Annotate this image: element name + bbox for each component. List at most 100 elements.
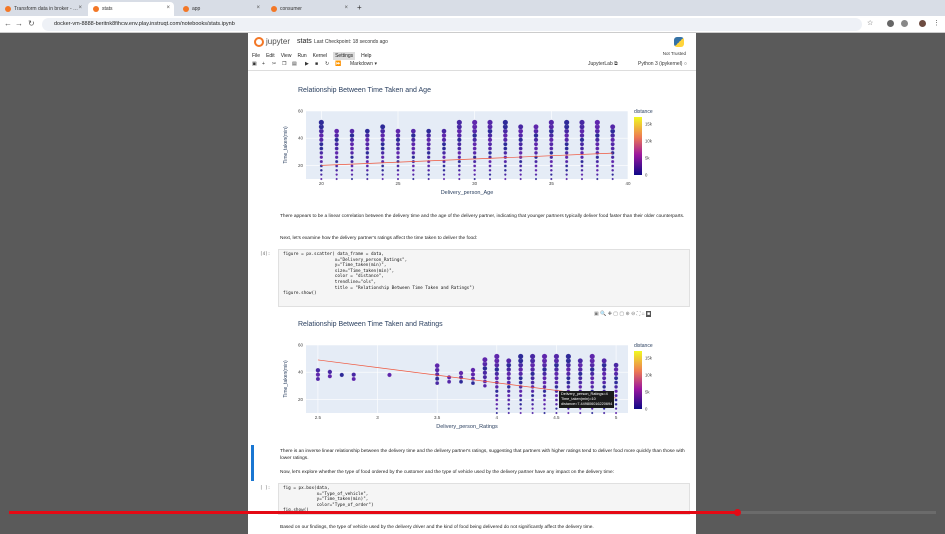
data-point [441,146,447,151]
data-point [327,369,333,375]
data-point [565,367,571,372]
save-icon[interactable]: ▣ [252,61,257,67]
y-axis-label: Time_taken(min) [283,360,289,398]
data-point [578,376,583,381]
data-point [602,411,606,415]
plot2-chart[interactable]: 20 40 60 2.5 3 3.5 4 4.5 5 Delivery_person_Rating… [278,339,696,435]
menu-view[interactable]: View [281,53,292,59]
data-point [601,367,607,372]
data-point [554,380,559,385]
data-point [564,137,569,143]
colorbar-tick-label: 10k [645,373,653,378]
restart-icon[interactable]: ↻ [325,61,329,67]
data-point [334,150,339,155]
data-point [564,133,570,138]
kebab-menu-icon[interactable]: ⋮ [933,19,940,27]
data-point [319,142,324,147]
plot-modebar[interactable]: ▣ 🔍 ✚ ▢ ▢ ⊕ ⊖ ⛶ ⌂ ■ [594,311,652,317]
paste-icon[interactable]: ▤ [292,61,297,67]
browser-tab-1[interactable]: stats × [88,2,174,16]
bookmark-star-icon[interactable]: ☆ [867,19,873,27]
video-progress-bar[interactable] [9,509,936,516]
data-point [554,398,559,402]
stop-icon[interactable]: ■ [315,61,318,67]
menu-run[interactable]: Run [297,53,306,59]
menu-help[interactable]: Help [361,53,371,59]
data-point [427,177,430,181]
data-point [613,376,619,381]
data-point [534,177,538,181]
tab-close-icon[interactable]: × [344,5,348,11]
data-point [320,173,323,176]
data-point [494,353,500,360]
code-cell-2[interactable]: figure = px.scatter( data_frame = data, … [278,249,690,307]
data-point [519,407,522,410]
data-point [349,128,355,134]
tab-favicon-icon [183,6,189,12]
menu-kernel[interactable]: Kernel [313,53,327,59]
x-tick-label: 35 [549,181,555,186]
data-point [366,173,369,176]
data-point [531,402,535,406]
data-point [412,177,415,181]
data-point [380,137,385,143]
fast-forward-icon[interactable]: ⏩ [335,61,341,67]
cut-icon[interactable]: ✂ [272,61,276,67]
forward-icon[interactable]: → [15,19,23,28]
data-point [426,137,431,143]
data-point [494,367,500,372]
browser-tab-2[interactable]: app × [178,2,264,16]
data-point [434,367,440,373]
extension-icon[interactable] [887,20,894,27]
menu-settings[interactable]: Settings [333,52,356,60]
new-tab-button[interactable]: + [357,3,362,12]
data-point [427,173,430,176]
jupyterlab-link[interactable]: JupyterLab ⧉ [588,61,618,67]
add-cell-icon[interactable]: + [262,61,265,67]
menu-file[interactable]: File [252,53,260,59]
profile-avatar[interactable] [919,20,926,27]
data-point [610,137,615,143]
reload-icon[interactable]: ↻ [28,19,35,28]
tab-close-icon[interactable]: × [166,5,170,11]
data-point [381,168,385,172]
menu-edit[interactable]: Edit [266,53,275,59]
tab-close-icon[interactable]: × [256,5,260,11]
markdown-text-3: There is an inverse linear relationship … [280,449,685,461]
puzzle-icon[interactable] [901,20,908,27]
data-point [503,168,507,172]
data-point [411,137,416,143]
data-point [518,393,523,398]
data-point [488,168,492,172]
plot1-chart[interactable]: 20 40 60 20 25 30 35 40 Delivery_person_Age Time_… [278,105,696,201]
data-point [319,150,324,155]
data-point [507,393,511,398]
browser-tab-3[interactable]: consumer × [266,2,352,16]
video-progress-knob[interactable] [733,509,741,516]
back-icon[interactable]: ← [4,19,12,28]
data-point [518,371,523,377]
data-point [502,133,508,138]
data-point [396,155,400,160]
data-point [542,367,547,372]
data-point [472,155,477,160]
data-point [494,371,500,377]
data-point [566,380,571,385]
kernel-status[interactable]: Python 3 (ipykernel) ○ [638,61,687,67]
notebook-name[interactable]: stats [297,38,312,45]
data-point [442,177,446,181]
copy-icon[interactable]: ❐ [282,61,286,67]
data-point [457,164,461,168]
data-point [319,159,324,164]
notebook-content: Relationship Between Time Taken and Age … [248,71,696,534]
data-point [482,370,488,376]
tab-close-icon[interactable]: × [78,5,82,11]
trust-status[interactable]: Not Trusted [663,51,686,56]
url-field[interactable]: docker-vm-8888-beritnk8fihcw.env.play.in… [42,18,862,31]
browser-tab-0[interactable]: Transform data in broker - … × [0,2,86,16]
data-point [567,411,570,415]
cell-type-select[interactable]: Markdown ▾ [350,61,377,67]
colorbar-tick-label: 0 [645,173,648,178]
run-icon[interactable]: ▶ [305,61,309,67]
data-point [542,389,547,394]
